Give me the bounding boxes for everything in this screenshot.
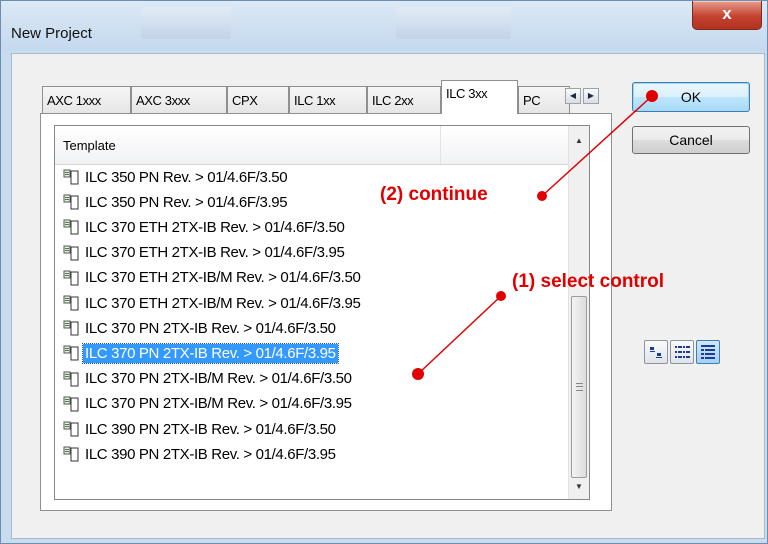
background-window-ghost: [141, 7, 231, 39]
list-item-label: ILC 370 PN 2TX-IB/M Rev. > 01/4.6F/3.95: [85, 395, 352, 413]
ok-button[interactable]: OK: [632, 82, 750, 112]
project-template-icon: [63, 218, 81, 236]
project-template-icon: [63, 193, 81, 211]
cancel-button[interactable]: Cancel: [632, 126, 750, 154]
list-item[interactable]: ILC 350 PN Rev. > 01/4.6F/3.95: [63, 191, 289, 213]
project-template-icon: [63, 294, 81, 312]
list-item-label: ILC 370 PN 2TX-IB Rev. > 01/4.6F/3.95: [82, 342, 339, 364]
tab-label: ILC 3xx: [446, 86, 488, 101]
cancel-button-label: Cancel: [669, 132, 713, 148]
list-view-button[interactable]: [670, 340, 694, 364]
list-item-label: ILC 370 ETH 2TX-IB Rev. > 01/4.6F/3.95: [85, 244, 345, 262]
tab-ilc-2xx[interactable]: ILC 2xx: [367, 86, 441, 113]
list-item-label: ILC 370 PN 2TX-IB Rev. > 01/4.6F/3.50: [85, 319, 336, 337]
details-view-icon: [701, 345, 715, 359]
scroll-thumb[interactable]: [571, 296, 587, 478]
tab-ilc-1xx[interactable]: ILC 1xx: [289, 86, 367, 113]
tab-label: PC: [523, 93, 541, 108]
list-item[interactable]: ILC 350 PN Rev. > 01/4.6F/3.50: [63, 166, 289, 188]
tab-cpx[interactable]: CPX: [227, 86, 289, 113]
annotation-step2-label: (2) continue: [380, 184, 488, 205]
tab-label: AXC 1xxx: [47, 93, 101, 108]
title-bar[interactable]: New Project x: [1, 1, 767, 51]
project-template-icon: [63, 269, 81, 287]
column-header-label: Template: [63, 138, 116, 153]
list-item[interactable]: ILC 390 PN 2TX-IB Rev. > 01/4.6F/3.95: [63, 443, 338, 465]
list-item-label: ILC 370 PN 2TX-IB/M Rev. > 01/4.6F/3.50: [85, 370, 352, 388]
vertical-scrollbar[interactable]: ▲ ▼: [568, 126, 589, 499]
project-template-icon: [63, 319, 81, 337]
scroll-up-icon[interactable]: ▲: [569, 132, 589, 150]
tab-pc[interactable]: PC: [518, 86, 570, 113]
list-item-label: ILC 390 PN 2TX-IB Rev. > 01/4.6F/3.95: [85, 445, 336, 463]
template-list[interactable]: Template ILC 350 PN Rev. > 01/4.6F/3.50 I…: [54, 125, 590, 500]
list-item-label: ILC 350 PN Rev. > 01/4.6F/3.50: [85, 168, 288, 186]
dialog-title: New Project: [11, 25, 92, 42]
tab-axc-3xxx[interactable]: AXC 3xxx: [131, 86, 227, 113]
list-item[interactable]: ILC 370 PN 2TX-IB/M Rev. > 01/4.6F/3.50: [63, 368, 354, 390]
close-icon: x: [722, 4, 732, 23]
list-item[interactable]: ILC 370 ETH 2TX-IB/M Rev. > 01/4.6F/3.50: [63, 267, 362, 289]
background-window-ghost: [396, 7, 511, 39]
list-item[interactable]: ILC 370 PN 2TX-IB Rev. > 01/4.6F/3.50: [63, 317, 338, 339]
close-button[interactable]: x: [692, 1, 762, 30]
list-item[interactable]: ILC 390 PN 2TX-IB Rev. > 01/4.6F/3.50: [63, 418, 338, 440]
tab-axc-1xxx[interactable]: AXC 1xxx: [42, 86, 131, 113]
list-item-label: ILC 370 ETH 2TX-IB Rev. > 01/4.6F/3.50: [85, 218, 345, 236]
annotation-step1-label: (1) select control: [512, 271, 665, 292]
project-template-icon: [63, 244, 81, 262]
ok-button-label: OK: [680, 89, 702, 105]
tab-label: ILC 1xx: [294, 93, 336, 108]
tab-scroll-left-icon[interactable]: ◀: [565, 88, 581, 104]
list-item-label: ILC 370 ETH 2TX-IB/M Rev. > 01/4.6F/3.50: [85, 269, 361, 287]
list-item[interactable]: ILC 370 ETH 2TX-IB/M Rev. > 01/4.6F/3.95: [63, 292, 362, 314]
column-header-template[interactable]: Template: [55, 126, 441, 164]
list-item[interactable]: ILC 370 ETH 2TX-IB Rev. > 01/4.6F/3.50: [63, 216, 346, 238]
tab-scroll-right-icon[interactable]: ▶: [583, 88, 599, 104]
project-template-icon: [63, 445, 81, 463]
list-item[interactable]: ILC 370 ETH 2TX-IB Rev. > 01/4.6F/3.95: [63, 242, 346, 264]
project-template-icon: [63, 370, 81, 388]
list-view-icon: [675, 346, 690, 358]
list-item[interactable]: ILC 370 PN 2TX-IB Rev. > 01/4.6F/3.95: [63, 342, 339, 364]
scroll-down-icon[interactable]: ▼: [569, 478, 589, 496]
tab-label: AXC 3xxx: [136, 93, 190, 108]
project-template-icon: [63, 344, 81, 362]
large-icons-view-icon: [650, 347, 662, 358]
tab-label: ILC 2xx: [372, 93, 414, 108]
scroll-grip-icon: [576, 383, 583, 391]
list-item-label: ILC 390 PN 2TX-IB Rev. > 01/4.6F/3.50: [85, 420, 336, 438]
project-template-icon: [63, 168, 81, 186]
project-template-icon: [63, 420, 81, 438]
tab-ilc-3xx[interactable]: ILC 3xx: [441, 80, 518, 114]
project-template-icon: [63, 395, 81, 413]
list-item-label: ILC 350 PN Rev. > 01/4.6F/3.95: [85, 193, 288, 211]
list-header: Template: [55, 126, 568, 165]
list-item-label: ILC 370 ETH 2TX-IB/M Rev. > 01/4.6F/3.95: [85, 294, 361, 312]
large-icons-view-button[interactable]: [644, 340, 668, 364]
details-view-button[interactable]: [696, 340, 720, 364]
tab-label: CPX: [232, 93, 258, 108]
list-item[interactable]: ILC 370 PN 2TX-IB/M Rev. > 01/4.6F/3.95: [63, 393, 354, 415]
